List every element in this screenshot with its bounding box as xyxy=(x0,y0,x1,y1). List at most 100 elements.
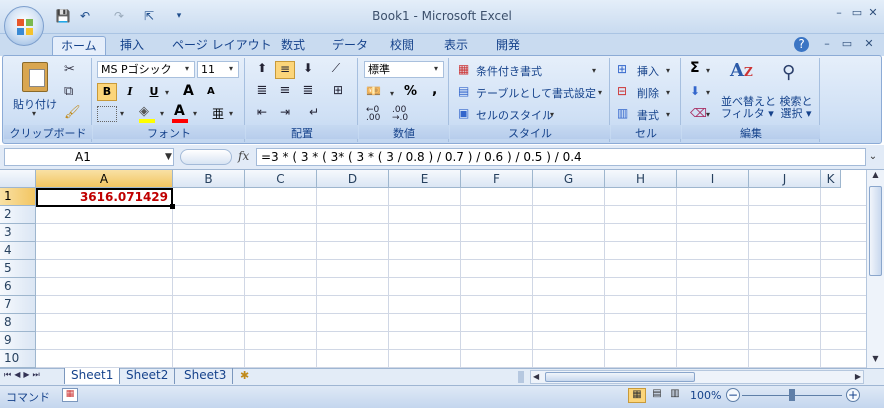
scroll-down-icon[interactable]: ▼ xyxy=(867,354,884,368)
column-header-d[interactable]: D xyxy=(317,170,389,188)
bold-button[interactable]: B xyxy=(97,83,117,101)
tab-home[interactable]: ホーム xyxy=(52,36,106,56)
office-button[interactable] xyxy=(4,6,44,46)
merge-center-icon[interactable]: ⊞ xyxy=(326,83,350,101)
macro-record-icon[interactable]: ▦ xyxy=(62,388,78,402)
decrease-indent-icon[interactable]: ⇤ xyxy=(252,105,272,123)
zoom-in-button[interactable]: + xyxy=(846,388,860,402)
orientation-icon[interactable]: ⟋ xyxy=(326,61,346,79)
column-header-i[interactable]: I xyxy=(677,170,749,188)
column-header-c[interactable]: C xyxy=(245,170,317,188)
normal-view-icon[interactable]: ▦ xyxy=(628,388,646,403)
row-header-8[interactable]: 8 xyxy=(0,314,36,332)
sheet-tab-1[interactable]: Sheet1 xyxy=(64,368,121,384)
row-header-6[interactable]: 6 xyxy=(0,278,36,296)
copy-icon[interactable]: ⧉ xyxy=(64,84,73,99)
tab-review[interactable]: 校閲 xyxy=(382,36,422,56)
expand-formula-bar-icon[interactable]: ⌄ xyxy=(866,148,880,166)
tab-insert[interactable]: 挿入 xyxy=(112,36,152,56)
column-header-a[interactable]: A xyxy=(36,170,173,188)
sheet-nav-icons[interactable]: ⏮◀▶⏭ xyxy=(4,370,43,380)
insert-sheet-icon[interactable]: ✱ xyxy=(240,369,249,382)
zoom-out-button[interactable]: − xyxy=(726,388,740,402)
zoom-slider-thumb[interactable] xyxy=(789,389,795,401)
row-header-9[interactable]: 9 xyxy=(0,332,36,350)
align-center-icon[interactable]: ≡ xyxy=(275,83,295,101)
sort-filter-button[interactable]: 並べ替えと フィルタ ▾ xyxy=(721,96,776,120)
cell-styles-dropdown-icon[interactable]: ▾ xyxy=(550,110,554,119)
number-format-dropdown-icon[interactable]: ▾ xyxy=(434,64,438,73)
format-cells-button[interactable]: 書式 xyxy=(637,107,659,123)
italic-button[interactable]: I xyxy=(121,83,139,101)
wrap-text-icon[interactable]: ↵ xyxy=(302,105,326,123)
phonetic-dropdown-icon[interactable]: ▾ xyxy=(229,109,233,118)
conditional-format-icon[interactable]: ▦ xyxy=(458,62,469,76)
vertical-scroll-thumb[interactable] xyxy=(869,186,882,276)
insert-cells-button[interactable]: 挿入 xyxy=(637,63,659,79)
format-cells-dropdown-icon[interactable]: ▾ xyxy=(666,110,670,119)
underline-button[interactable]: U xyxy=(145,83,163,101)
cut-icon[interactable]: ✂ xyxy=(64,62,75,77)
column-header-b[interactable]: B xyxy=(173,170,245,188)
minimize-button[interactable]: – xyxy=(832,6,846,20)
delete-cells-dropdown-icon[interactable]: ▾ xyxy=(666,88,670,97)
autosum-dropdown-icon[interactable]: ▾ xyxy=(706,66,710,75)
maximize-button[interactable]: ▭ xyxy=(850,6,864,20)
currency-dropdown-icon[interactable]: ▾ xyxy=(390,89,394,98)
align-top-icon[interactable]: ⬆ xyxy=(252,61,272,79)
page-break-view-icon[interactable]: ▥ xyxy=(666,388,684,403)
row-header-7[interactable]: 7 xyxy=(0,296,36,314)
clear-icon[interactable]: ⌫ xyxy=(690,106,707,120)
fill-color-dropdown-icon[interactable]: ▾ xyxy=(160,109,164,118)
select-all-corner[interactable] xyxy=(0,170,36,188)
column-header-h[interactable]: H xyxy=(605,170,677,188)
cell-styles-icon[interactable]: ▣ xyxy=(458,106,469,120)
font-size-dropdown-icon[interactable]: ▾ xyxy=(229,64,233,73)
paste-icon[interactable] xyxy=(22,62,48,92)
row-header-1[interactable]: 1 xyxy=(0,188,36,206)
formula-input[interactable]: =3 * ( 3 * ( 3* ( 3 * ( 3 / 0.8 ) / 0.7 … xyxy=(256,148,866,166)
column-header-k[interactable]: K xyxy=(821,170,841,188)
underline-dropdown-icon[interactable]: ▾ xyxy=(165,88,169,97)
borders-icon[interactable] xyxy=(97,106,117,122)
find-select-button[interactable]: 検索と 選択 ▾ xyxy=(776,96,816,120)
comma-button[interactable]: , xyxy=(432,82,437,98)
row-header-2[interactable]: 2 xyxy=(0,206,36,224)
row-header-4[interactable]: 4 xyxy=(0,242,36,260)
font-name-dropdown-icon[interactable]: ▾ xyxy=(185,64,189,73)
formula-bar-handle[interactable] xyxy=(180,149,232,165)
format-painter-icon[interactable]: 🖌 xyxy=(64,105,81,120)
percent-button[interactable]: % xyxy=(404,84,417,99)
insert-cells-icon[interactable]: ⊞ xyxy=(617,62,627,76)
format-cells-icon[interactable]: ▥ xyxy=(617,106,628,120)
column-header-e[interactable]: E xyxy=(389,170,461,188)
scroll-left-icon[interactable]: ◀ xyxy=(533,372,539,381)
clear-dropdown-icon[interactable]: ▾ xyxy=(706,110,710,119)
cell-styles-button[interactable]: セルのスタイル xyxy=(476,107,553,123)
insert-cells-dropdown-icon[interactable]: ▾ xyxy=(666,66,670,75)
align-middle-icon[interactable]: ≡ xyxy=(275,61,295,79)
row-header-5[interactable]: 5 xyxy=(0,260,36,278)
shrink-font-button[interactable]: A xyxy=(207,86,215,97)
zoom-level[interactable]: 100% xyxy=(690,389,721,402)
sort-filter-icon[interactable]: AZ xyxy=(730,60,753,81)
column-header-f[interactable]: F xyxy=(461,170,533,188)
cell-a1[interactable]: 3616.071429 xyxy=(36,188,173,207)
scroll-right-icon[interactable]: ▶ xyxy=(855,372,861,381)
tab-data[interactable]: データ xyxy=(324,36,376,56)
row-header-10[interactable]: 10 xyxy=(0,350,36,368)
fill-color-icon[interactable]: ◈ xyxy=(139,104,149,119)
help-icon[interactable]: ? xyxy=(794,37,809,52)
fill-dropdown-icon[interactable]: ▾ xyxy=(706,88,710,97)
column-header-g[interactable]: G xyxy=(533,170,605,188)
decrease-decimal-icon[interactable]: .00 →.0 xyxy=(392,106,408,123)
sheet-tab-2[interactable]: Sheet2 xyxy=(120,368,176,384)
grow-font-button[interactable]: A xyxy=(183,83,194,99)
font-name-select[interactable]: MS Pゴシック xyxy=(97,61,195,78)
scroll-up-icon[interactable]: ▲ xyxy=(867,170,884,184)
increase-decimal-icon[interactable]: ←0.00 xyxy=(366,106,380,123)
horizontal-scrollbar[interactable]: ◀ ▶ xyxy=(530,370,864,384)
tab-page-layout[interactable]: ページ レイアウト xyxy=(164,36,280,56)
format-as-table-icon[interactable]: ▤ xyxy=(458,84,469,98)
fill-handle[interactable] xyxy=(170,204,175,209)
